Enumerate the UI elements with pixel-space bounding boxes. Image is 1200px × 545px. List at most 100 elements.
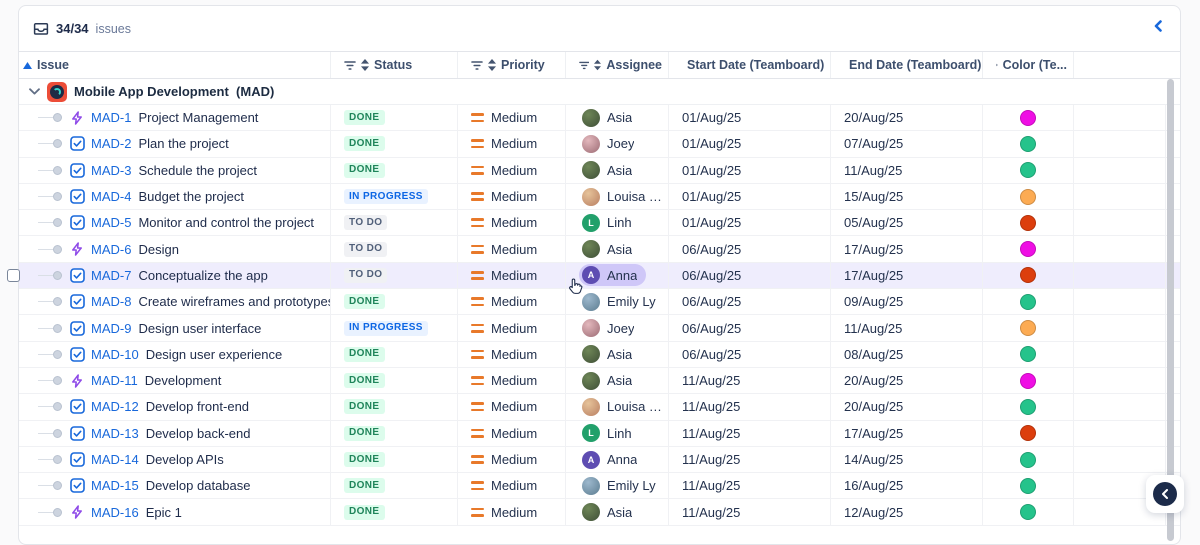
priority-cell[interactable]: Medium: [458, 184, 566, 209]
end-date-cell[interactable]: 17/Aug/25: [831, 421, 983, 446]
end-date-cell[interactable]: 12/Aug/25: [831, 499, 983, 524]
color-cell[interactable]: [983, 263, 1074, 288]
priority-cell[interactable]: Medium: [458, 342, 566, 367]
issue-key-link[interactable]: MAD-10: [91, 347, 139, 362]
assignee-cell[interactable]: Asia: [566, 158, 669, 183]
issue-key-link[interactable]: MAD-3: [91, 163, 131, 178]
drag-handle-dot[interactable]: [53, 402, 62, 411]
end-date-cell[interactable]: 07/Aug/25: [831, 131, 983, 156]
priority-cell[interactable]: Medium: [458, 447, 566, 472]
priority-cell[interactable]: Medium: [458, 394, 566, 419]
assignee-cell[interactable]: Asia: [566, 105, 669, 130]
issue-row[interactable]: MAD-7 Conceptualize the app TO DO Medium…: [19, 263, 1180, 289]
drag-handle-dot[interactable]: [53, 508, 62, 517]
color-cell[interactable]: [983, 447, 1074, 472]
priority-cell[interactable]: Medium: [458, 499, 566, 524]
issue-key-link[interactable]: MAD-2: [91, 136, 131, 151]
drag-handle-dot[interactable]: [53, 139, 62, 148]
status-cell[interactable]: DONE: [331, 131, 458, 156]
row-select-checkbox[interactable]: [7, 269, 20, 282]
assignee-cell[interactable]: Asia: [566, 499, 669, 524]
start-date-cell[interactable]: 01/Aug/25: [669, 131, 831, 156]
color-cell[interactable]: [983, 210, 1074, 235]
drag-handle-dot[interactable]: [53, 481, 62, 490]
drag-handle-dot[interactable]: [53, 166, 62, 175]
priority-cell[interactable]: Medium: [458, 131, 566, 156]
status-cell[interactable]: DONE: [331, 289, 458, 314]
priority-cell[interactable]: Medium: [458, 236, 566, 261]
end-date-cell[interactable]: 20/Aug/25: [831, 105, 983, 130]
start-date-cell[interactable]: 01/Aug/25: [669, 158, 831, 183]
issue-row[interactable]: MAD-16 Epic 1 DONE Medium Asia 11/Aug/25…: [19, 499, 1180, 525]
priority-cell[interactable]: Medium: [458, 289, 566, 314]
issue-row[interactable]: MAD-3 Schedule the project DONE Medium A…: [19, 158, 1180, 184]
end-date-cell[interactable]: 20/Aug/25: [831, 368, 983, 393]
issue-row[interactable]: MAD-10 Design user experience DONE Mediu…: [19, 342, 1180, 368]
end-date-cell[interactable]: 15/Aug/25: [831, 184, 983, 209]
start-date-cell[interactable]: 11/Aug/25: [669, 499, 831, 524]
end-date-cell[interactable]: 11/Aug/25: [831, 158, 983, 183]
issue-row[interactable]: MAD-9 Design user interface IN PROGRESS …: [19, 315, 1180, 341]
end-date-cell[interactable]: 20/Aug/25: [831, 394, 983, 419]
start-date-cell[interactable]: 01/Aug/25: [669, 105, 831, 130]
assignee-cell[interactable]: Emily Ly: [566, 289, 669, 314]
assignee-cell[interactable]: Emily Ly: [566, 473, 669, 498]
assignee-cell[interactable]: Joey: [566, 131, 669, 156]
issue-key-link[interactable]: MAD-6: [91, 242, 131, 257]
drag-handle-dot[interactable]: [53, 245, 62, 254]
issue-key-link[interactable]: MAD-5: [91, 215, 131, 230]
end-date-cell[interactable]: 08/Aug/25: [831, 342, 983, 367]
chevron-down-icon[interactable]: [29, 88, 40, 95]
issue-key-link[interactable]: MAD-1: [91, 110, 131, 125]
drag-handle-dot[interactable]: [53, 324, 62, 333]
drag-handle-dot[interactable]: [53, 350, 62, 359]
drag-handle-dot[interactable]: [53, 113, 62, 122]
priority-cell[interactable]: Medium: [458, 210, 566, 235]
issue-row[interactable]: MAD-5 Monitor and control the project TO…: [19, 210, 1180, 236]
column-header-start-date[interactable]: Start Date (Teamboard): [669, 52, 831, 78]
issue-key-link[interactable]: MAD-12: [91, 399, 139, 414]
column-header-assignee[interactable]: Assignee: [566, 52, 669, 78]
start-date-cell[interactable]: 06/Aug/25: [669, 236, 831, 261]
end-date-cell[interactable]: 11/Aug/25: [831, 315, 983, 340]
status-cell[interactable]: TO DO: [331, 263, 458, 288]
column-header-status[interactable]: Status: [331, 52, 458, 78]
issue-row[interactable]: MAD-2 Plan the project DONE Medium Joey …: [19, 131, 1180, 157]
status-cell[interactable]: DONE: [331, 473, 458, 498]
end-date-cell[interactable]: 05/Aug/25: [831, 210, 983, 235]
assignee-cell[interactable]: Asia: [566, 236, 669, 261]
start-date-cell[interactable]: 06/Aug/25: [669, 289, 831, 314]
issue-key-link[interactable]: MAD-13: [91, 426, 139, 441]
color-cell[interactable]: [983, 342, 1074, 367]
column-header-end-date[interactable]: End Date (Teamboard): [831, 52, 983, 78]
status-cell[interactable]: DONE: [331, 421, 458, 446]
status-cell[interactable]: TO DO: [331, 210, 458, 235]
issue-row[interactable]: MAD-13 Develop back-end DONE Medium L Li…: [19, 421, 1180, 447]
issue-row[interactable]: MAD-6 Design TO DO Medium Asia 06/Aug/25…: [19, 236, 1180, 262]
end-date-cell[interactable]: 09/Aug/25: [831, 289, 983, 314]
priority-cell[interactable]: Medium: [458, 421, 566, 446]
assignee-cell[interactable]: L Linh: [566, 421, 669, 446]
priority-cell[interactable]: Medium: [458, 263, 566, 288]
start-date-cell[interactable]: 11/Aug/25: [669, 421, 831, 446]
drag-handle-dot[interactable]: [53, 376, 62, 385]
issue-key-link[interactable]: MAD-14: [91, 452, 139, 467]
start-date-cell[interactable]: 11/Aug/25: [669, 394, 831, 419]
project-group-row[interactable]: Mobile App Development (MAD): [19, 79, 1180, 105]
priority-cell[interactable]: Medium: [458, 368, 566, 393]
start-date-cell[interactable]: 06/Aug/25: [669, 263, 831, 288]
color-cell[interactable]: [983, 131, 1074, 156]
end-date-cell[interactable]: 16/Aug/25: [831, 473, 983, 498]
issue-key-link[interactable]: MAD-8: [91, 294, 131, 309]
collapse-panel-button[interactable]: [1148, 16, 1168, 36]
color-cell[interactable]: [983, 368, 1074, 393]
assignee-cell[interactable]: Asia: [566, 342, 669, 367]
start-date-cell[interactable]: 11/Aug/25: [669, 447, 831, 472]
start-date-cell[interactable]: 11/Aug/25: [669, 473, 831, 498]
expand-timeline-button[interactable]: [1146, 475, 1184, 513]
drag-handle-dot[interactable]: [53, 297, 62, 306]
color-cell[interactable]: [983, 236, 1074, 261]
issue-row[interactable]: MAD-12 Develop front-end DONE Medium Lou…: [19, 394, 1180, 420]
issue-key-link[interactable]: MAD-4: [91, 189, 131, 204]
assignee-cell[interactable]: Asia: [566, 368, 669, 393]
